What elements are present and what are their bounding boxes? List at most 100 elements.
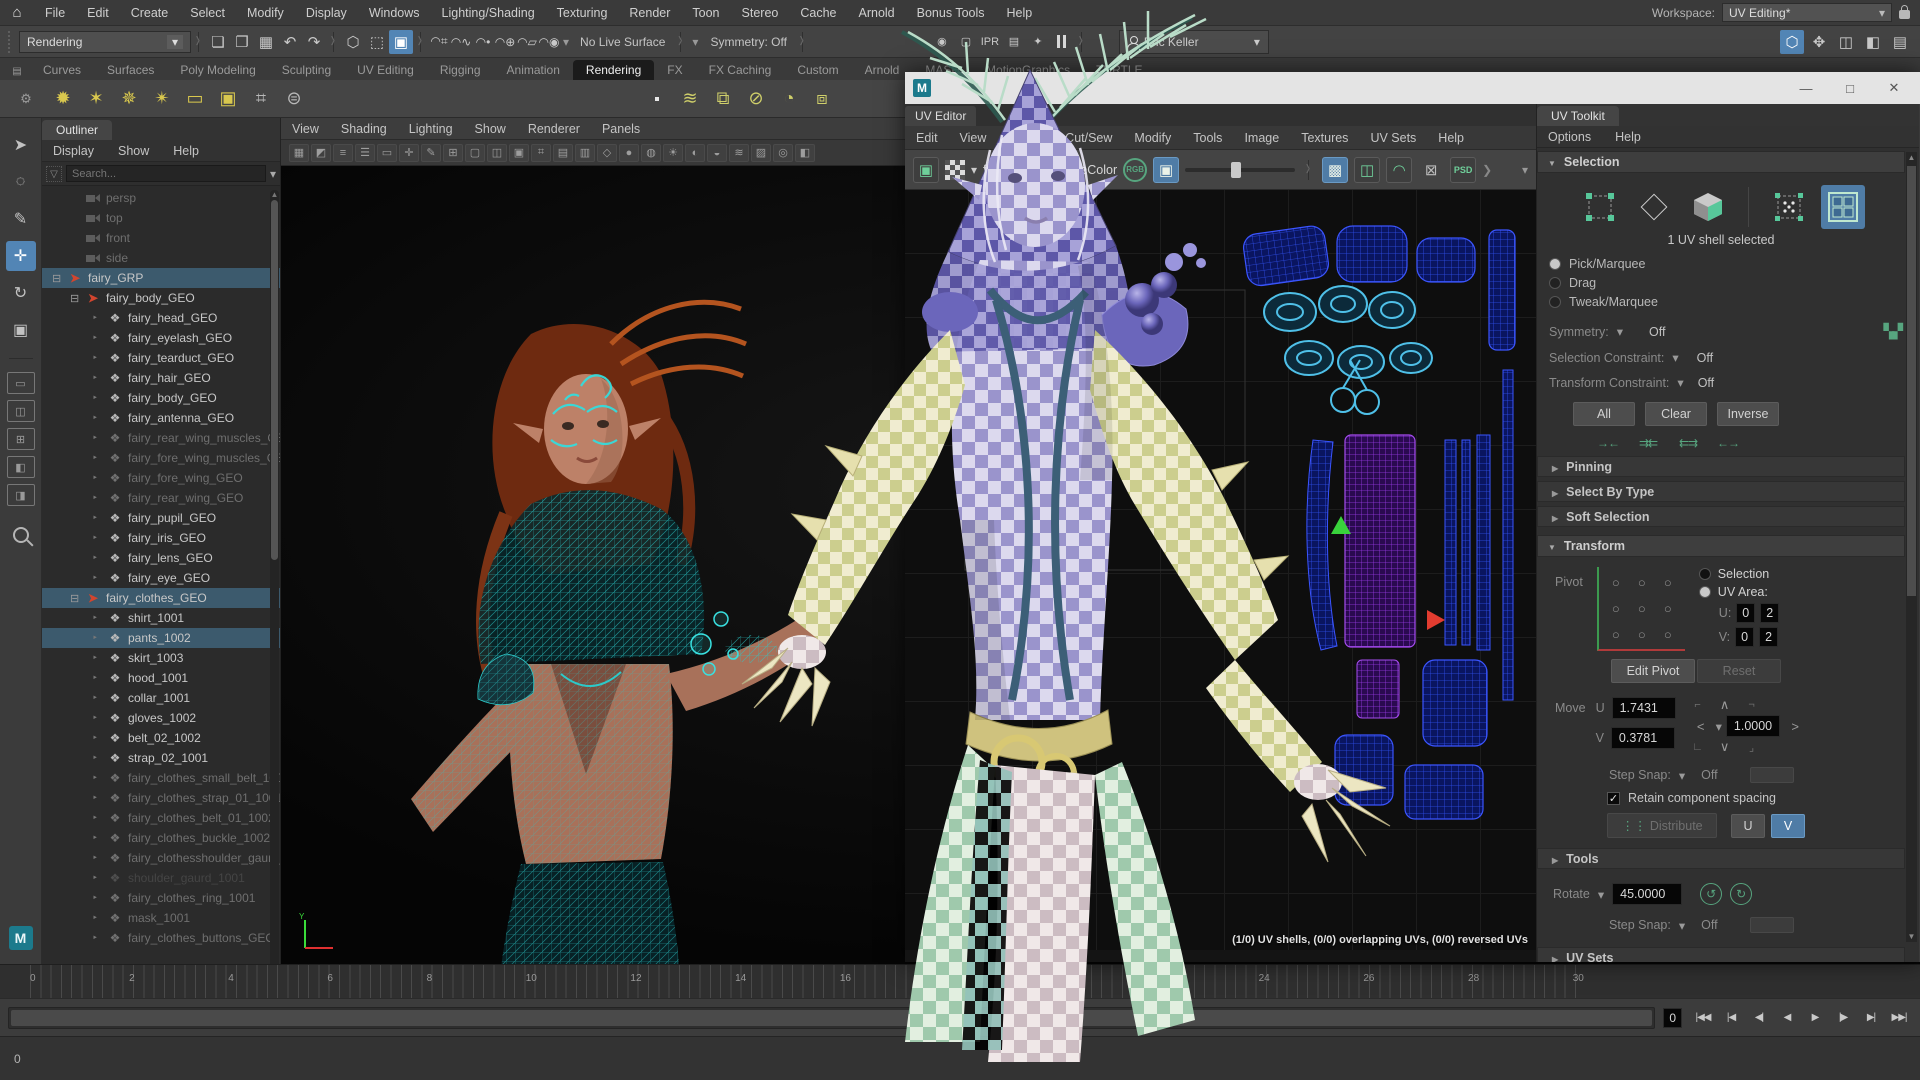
go-to-end-button[interactable]: ▶▶|: [1886, 1006, 1912, 1030]
resolution-gate-icon[interactable]: ◫: [487, 144, 507, 162]
expand-toggle[interactable]: [92, 913, 107, 924]
outliner-persp-layout-button[interactable]: ◧: [7, 456, 35, 478]
viewport-menu-item[interactable]: Renderer: [517, 122, 591, 136]
time-slider[interactable]: 024681012141618202224262830: [0, 964, 1920, 998]
uv-editor-menu-item[interactable]: Edit: [905, 131, 949, 145]
outliner-row[interactable]: persp: [42, 188, 280, 208]
multisample-aa-icon[interactable]: ▨: [751, 144, 771, 162]
render-region-icon[interactable]: ▢: [954, 30, 978, 54]
nudge-up-left-button[interactable]: ⌐: [1690, 699, 1706, 711]
select-camera-icon[interactable]: ▦: [289, 144, 309, 162]
soft-selection-section-header[interactable]: Soft Selection: [1537, 506, 1905, 527]
symmetry-value[interactable]: Off: [1649, 325, 1665, 339]
shelf-tab[interactable]: Poly Modeling: [167, 60, 268, 80]
render-sequence-icon[interactable]: ▤: [1002, 30, 1026, 54]
uv-editor-menu-item[interactable]: Textures: [1290, 131, 1359, 145]
wireframe-mode-icon[interactable]: ◇: [597, 144, 617, 162]
expand-toggle[interactable]: [92, 793, 107, 804]
uv-selection-icon[interactable]: [1767, 185, 1811, 229]
directional-light-icon[interactable]: ✶: [80, 83, 112, 115]
open-scene-icon[interactable]: ❐: [230, 30, 254, 54]
outliner-row[interactable]: fairy_eyelash_GEO: [42, 328, 280, 348]
uv-editor-tab[interactable]: UV Editor: [905, 106, 976, 126]
outliner-row[interactable]: front: [42, 228, 280, 248]
move-u-field[interactable]: 1.7431: [1612, 697, 1676, 719]
shelf-tab[interactable]: Sculpting: [269, 60, 344, 80]
expand-toggle[interactable]: [92, 473, 107, 484]
uv-editor-menu-item[interactable]: UV Sets: [1359, 131, 1427, 145]
outliner-row[interactable]: fairy_clothes_strap_01_1001: [42, 788, 280, 808]
outliner-row[interactable]: shirt_1001: [42, 608, 280, 628]
expand-toggle[interactable]: [92, 873, 107, 884]
expand-toggle[interactable]: [92, 813, 107, 824]
post-process-icon[interactable]: ≋: [674, 83, 706, 115]
outliner-row[interactable]: top: [42, 208, 280, 228]
use-all-lights-icon[interactable]: ☀: [663, 144, 683, 162]
shrink-shell-selection-icon[interactable]: ⇉⇇: [1635, 434, 1661, 452]
outliner-row[interactable]: mask_1001: [42, 908, 280, 928]
viewport-menu-item[interactable]: Shading: [330, 122, 398, 136]
outliner-row[interactable]: collar_1001: [42, 688, 280, 708]
outliner-row[interactable]: fairy_clothes_belt_01_1002: [42, 808, 280, 828]
textured-mode-icon[interactable]: ◍: [641, 144, 661, 162]
nudge-up-right-button[interactable]: ¬: [1744, 699, 1760, 711]
distribute-v-button[interactable]: V: [1771, 814, 1805, 838]
phonge-material-icon[interactable]: [410, 83, 442, 115]
light-editor-shelf-icon[interactable]: ⊜: [278, 83, 310, 115]
uv-editor-menu-item[interactable]: Modify: [1123, 131, 1182, 145]
selection-mode-option[interactable]: Tweak/Marquee: [1549, 295, 1905, 309]
expand-toggle[interactable]: [70, 592, 85, 605]
step-forward-frame-button[interactable]: ▶|: [1858, 1006, 1884, 1030]
panel-menu-chevron-icon[interactable]: [1522, 163, 1528, 177]
uv-sets-section-header[interactable]: UV Sets: [1537, 947, 1905, 962]
expand-toggle[interactable]: [92, 513, 107, 524]
rgb-channel-badge[interactable]: RGB: [1123, 158, 1147, 182]
shelf-tab[interactable]: UV Editing: [344, 60, 427, 80]
menu-item[interactable]: Toon: [681, 6, 730, 20]
transform-constraint-value[interactable]: Off: [1698, 376, 1714, 390]
close-window-button[interactable]: ✕: [1872, 74, 1916, 102]
image-range-icon[interactable]: ◫: [1354, 157, 1380, 183]
isolate-select-icon[interactable]: ◎: [773, 144, 793, 162]
display-image-toggle-icon[interactable]: ▣: [1153, 157, 1179, 183]
menu-item[interactable]: Edit: [76, 6, 120, 20]
distribute-button[interactable]: ⋮⋮ Distribute: [1607, 813, 1717, 838]
single-pane-layout-button[interactable]: ▭: [7, 372, 35, 394]
dim-image-icon[interactable]: ⊠: [1418, 157, 1444, 183]
expand-toggle[interactable]: [92, 833, 107, 844]
home-icon[interactable]: ⌂: [0, 4, 34, 21]
shelf-tab[interactable]: Animation: [494, 60, 573, 80]
pinning-section-header[interactable]: Pinning: [1537, 456, 1905, 477]
menu-item[interactable]: Render: [618, 6, 681, 20]
rotate-step-snap-dropdown-icon[interactable]: [1679, 918, 1685, 933]
select-tool-icon[interactable]: ➤: [6, 130, 36, 160]
outliner-row[interactable]: pants_1002: [42, 628, 280, 648]
vertex-selection-icon[interactable]: [1578, 185, 1622, 229]
select-component-icon[interactable]: ▣: [389, 30, 413, 54]
step-back-key-button[interactable]: ◀|: [1746, 1006, 1772, 1030]
outliner-row[interactable]: fairy_rear_wing_GEO: [42, 488, 280, 508]
ipr-render-icon[interactable]: IPR: [978, 30, 1002, 54]
texture-image-icon[interactable]: ▣: [913, 157, 939, 183]
shelf-tab[interactable]: Rigging: [427, 60, 494, 80]
channel-box-toggle-icon[interactable]: ▤: [1888, 30, 1912, 54]
nudge-up-button[interactable]: ∧: [1714, 697, 1736, 713]
selection-constraint-value[interactable]: Off: [1697, 351, 1713, 365]
ambient-light-icon[interactable]: ✴: [146, 83, 178, 115]
viewport-menu-item[interactable]: View: [281, 122, 330, 136]
outliner-row[interactable]: fairy_iris_GEO: [42, 528, 280, 548]
step-snap-dropdown-icon[interactable]: [1679, 768, 1685, 783]
checker-tile-toggle-icon[interactable]: ▩: [1322, 157, 1348, 183]
snap-to-curve-icon[interactable]: ◠∿: [450, 30, 472, 54]
render-time-icon[interactable]: ◔: [773, 83, 805, 115]
play-forwards-button[interactable]: ▶: [1802, 1006, 1828, 1030]
range-slider-bar[interactable]: [11, 1010, 1652, 1026]
grow-shell-selection-icon[interactable]: ⇇⇉: [1675, 434, 1701, 452]
range-slider[interactable]: [8, 1007, 1655, 1029]
uv-editor-menu-item[interactable]: Cut/Sew: [1054, 131, 1123, 145]
lock-camera-icon[interactable]: ◩: [311, 144, 331, 162]
distribute-u-button[interactable]: U: [1731, 814, 1765, 838]
command-line-row[interactable]: 0: [0, 1036, 1920, 1080]
save-scene-icon[interactable]: ▦: [254, 30, 278, 54]
snap-options-chevron-icon[interactable]: [563, 35, 569, 49]
